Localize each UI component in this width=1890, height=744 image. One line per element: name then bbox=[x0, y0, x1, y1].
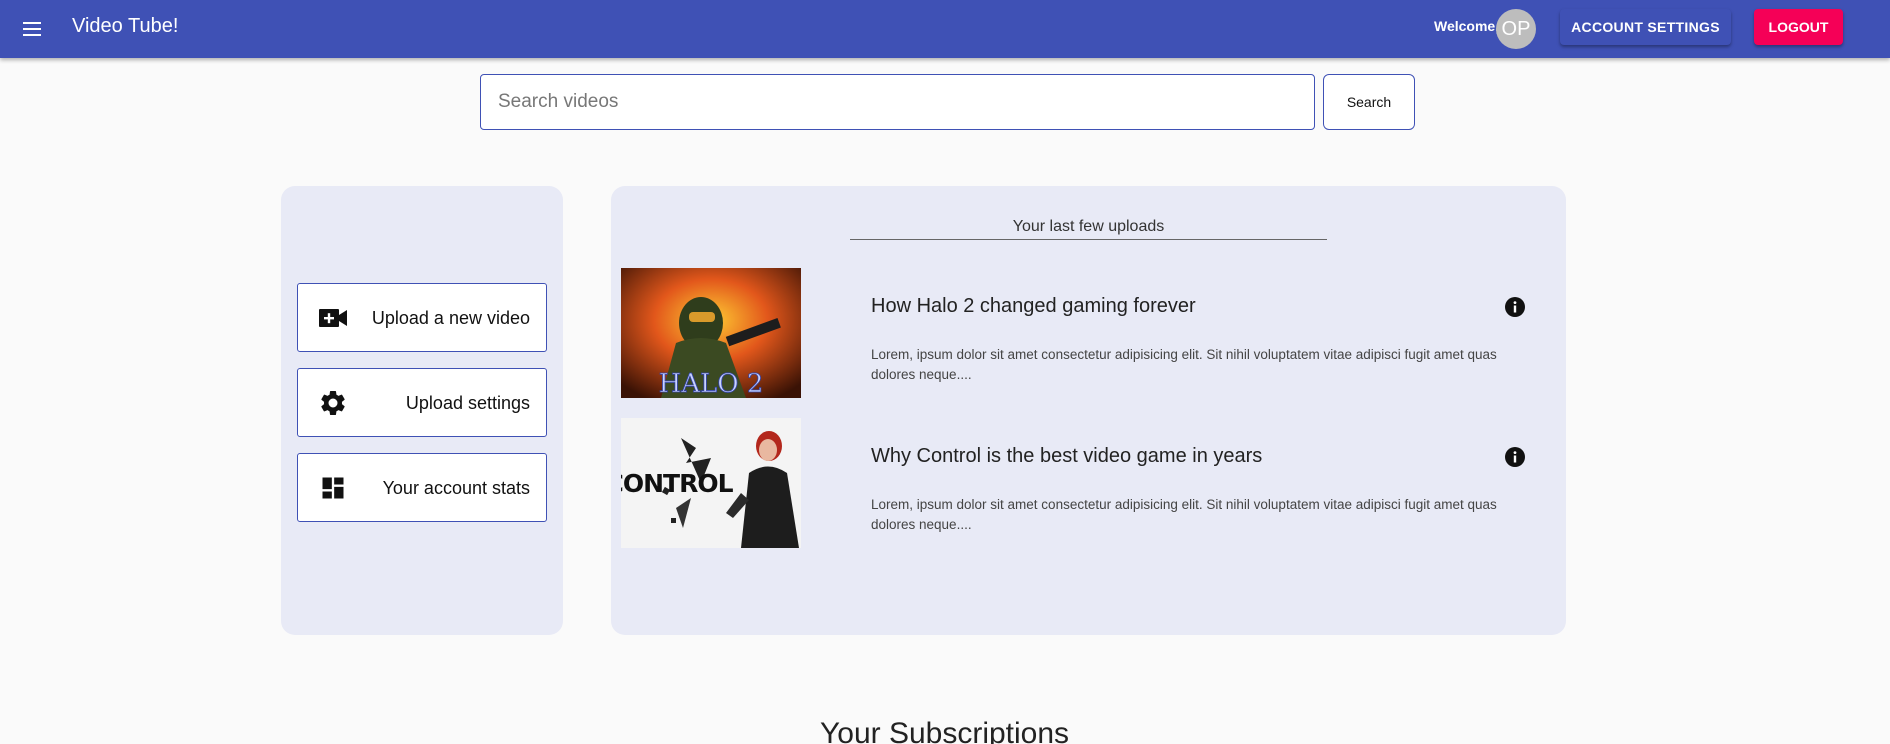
thumbnail-logo-text: CONTROL bbox=[621, 469, 734, 498]
top-app-bar: Video Tube! Welcome, OP ACCOUNT SETTINGS… bbox=[0, 0, 1890, 58]
sidebar-panel: Upload a new video Upload settings Your … bbox=[281, 186, 563, 635]
subscriptions-heading: Your Subscriptions bbox=[820, 717, 1070, 744]
account-stats-button[interactable]: Your account stats bbox=[297, 453, 547, 522]
recent-uploads-panel: Your last few uploads HALO 2 How Halo 2 … bbox=[611, 186, 1566, 635]
upload-video-button[interactable]: Upload a new video bbox=[297, 283, 547, 352]
info-icon[interactable] bbox=[1504, 446, 1526, 468]
uploads-heading: Your last few uploads bbox=[850, 218, 1327, 240]
hamburger-menu-icon[interactable] bbox=[16, 13, 48, 45]
video-description: Lorem, ipsum dolor sit amet consectetur … bbox=[871, 497, 1497, 532]
dashboard-icon bbox=[318, 473, 348, 503]
thumbnail-logo-text: HALO 2 bbox=[659, 369, 764, 398]
video-camera-add-icon bbox=[318, 303, 348, 333]
search-input[interactable] bbox=[480, 74, 1315, 130]
info-icon[interactable] bbox=[1504, 296, 1526, 318]
video-title[interactable]: Why Control is the best video game in ye… bbox=[871, 445, 1262, 468]
video-description: Lorem, ipsum dolor sit amet consectetur … bbox=[871, 347, 1497, 382]
welcome-text: Welcome, bbox=[1434, 18, 1500, 34]
logout-button[interactable]: LOGOUT bbox=[1754, 9, 1843, 45]
avatar[interactable]: OP bbox=[1496, 9, 1536, 49]
video-title[interactable]: How Halo 2 changed gaming forever bbox=[871, 295, 1196, 318]
video-thumbnail[interactable]: HALO 2 bbox=[621, 268, 801, 398]
video-thumbnail[interactable]: CONTROL bbox=[621, 418, 801, 548]
upload-video-label: Upload a new video bbox=[371, 308, 530, 328]
upload-settings-button[interactable]: Upload settings bbox=[297, 368, 547, 437]
avatar-initials: OP bbox=[1501, 17, 1531, 40]
app-title[interactable]: Video Tube! bbox=[72, 15, 178, 37]
account-stats-label: Your account stats bbox=[382, 478, 530, 498]
upload-settings-label: Upload settings bbox=[405, 393, 530, 413]
account-settings-button[interactable]: ACCOUNT SETTINGS bbox=[1560, 9, 1731, 45]
search-button[interactable]: Search bbox=[1323, 74, 1415, 130]
gear-icon bbox=[318, 388, 348, 418]
